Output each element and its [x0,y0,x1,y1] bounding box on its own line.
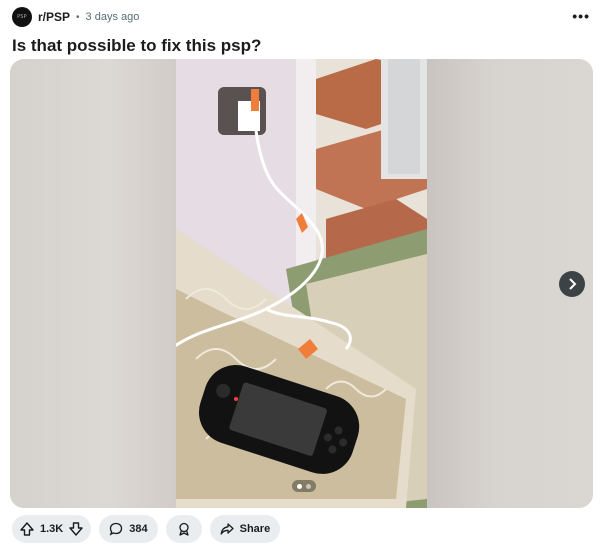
chevron-right-icon [569,278,577,290]
share-button[interactable]: Share [209,515,281,543]
post-media[interactable] [10,59,593,508]
speech-bubble-icon [109,522,123,536]
subreddit-name[interactable]: r/PSP [38,10,70,24]
comments-button[interactable]: 384 [99,515,158,543]
arrow-up-icon[interactable] [20,522,34,536]
next-image-button[interactable] [559,271,585,297]
arrow-down-icon[interactable] [69,522,83,536]
media-blur-left [10,59,176,508]
post-header: PSP r/PSP • 3 days ago [12,6,139,28]
photo-illustration [176,59,427,508]
more-options-button[interactable]: ••• [572,8,590,24]
share-label: Share [239,523,271,535]
vote-count: 1.3K [40,523,64,535]
subreddit-avatar[interactable]: PSP [12,7,32,27]
page-dot [306,483,311,489]
post-actions: 1.3K 384 Share [12,515,281,543]
avatar-text: PSP [17,14,27,20]
comment-count: 384 [129,523,148,535]
post-time: 3 days ago [85,11,140,23]
meta-separator: • [76,11,80,23]
award-icon [178,522,189,536]
page-dot-active [297,483,302,489]
gallery-pagination [292,480,316,492]
award-button[interactable] [165,515,202,543]
post-title[interactable]: Is that possible to fix this psp? [12,36,261,56]
vote-bar: 1.3K [12,515,92,543]
post-image[interactable] [176,59,427,508]
share-arrow-icon [220,523,234,535]
